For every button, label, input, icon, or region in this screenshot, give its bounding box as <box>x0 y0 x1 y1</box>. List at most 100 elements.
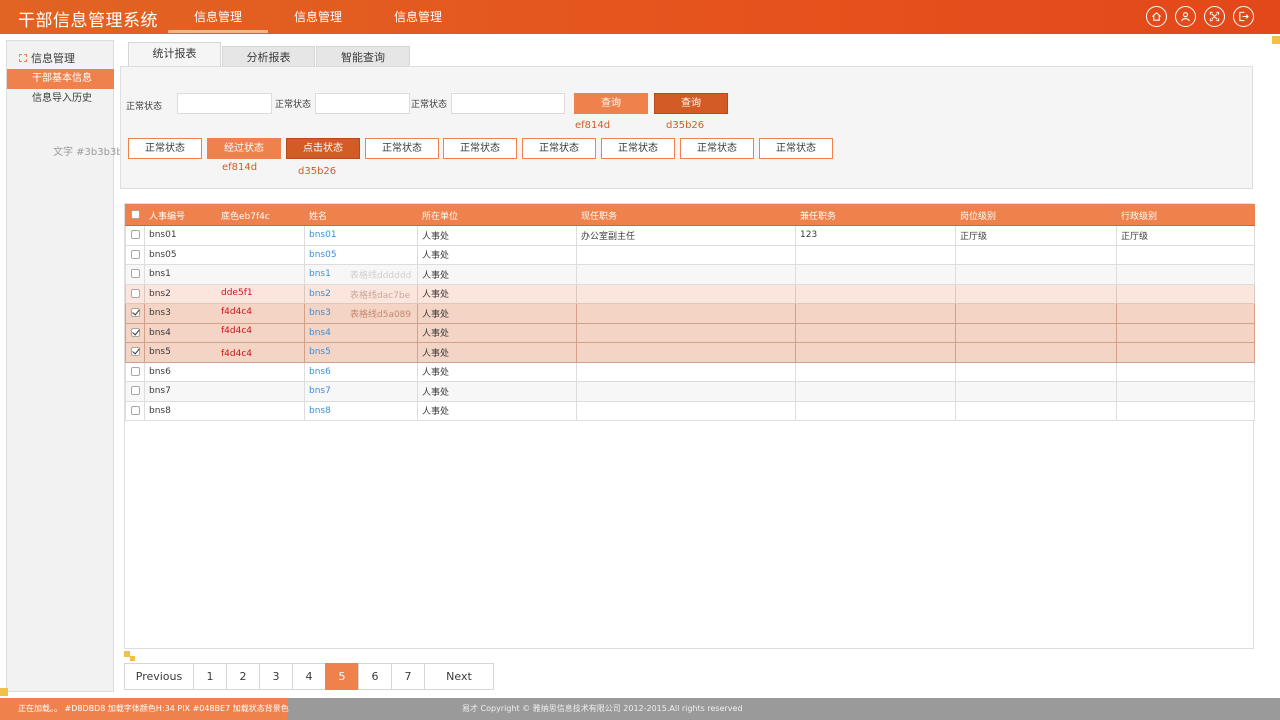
table-row[interactable]: bns4 bns4 人事处 <box>125 322 1255 343</box>
select-all-checkbox[interactable] <box>130 210 140 219</box>
table-row[interactable]: bns3 bns3 人事处 <box>125 303 1255 324</box>
cell-post <box>576 400 796 421</box>
cell-admin-level: 正厅级 <box>1116 225 1255 246</box>
query-panel: 正常状态 正常状态 正常状态 查询 查询 ef814d d35b26 正常状态 … <box>120 66 1253 189</box>
status-button-hover[interactable]: 经过状态 <box>207 138 281 159</box>
row-checkbox-cell[interactable] <box>125 283 145 304</box>
search-button[interactable]: 查询 <box>574 93 648 114</box>
row-checkbox[interactable] <box>130 308 140 318</box>
nav-item-3[interactable]: 信息管理 <box>368 0 468 34</box>
cell-name[interactable]: bns7 <box>304 381 418 402</box>
sidebar-title[interactable]: 信息管理 <box>7 49 115 67</box>
cell-post <box>576 342 796 363</box>
status-button-5[interactable]: 正常状态 <box>443 138 517 159</box>
table-row[interactable]: bns7 bns7 人事处 <box>125 381 1255 402</box>
col-name[interactable]: 姓名 <box>304 204 418 226</box>
row-checkbox[interactable] <box>130 230 140 240</box>
home-icon[interactable] <box>1146 6 1167 27</box>
table-row[interactable]: bns2 bns2 人事处 <box>125 283 1255 304</box>
status-button-9[interactable]: 正常状态 <box>759 138 833 159</box>
status-button-pressed[interactable]: 点击状态 <box>286 138 360 159</box>
filter-input-3[interactable] <box>451 93 565 114</box>
user-icon[interactable] <box>1175 6 1196 27</box>
sidebar-item-cadre-info[interactable]: 干部基本信息 <box>7 69 114 89</box>
col-part-time[interactable]: 兼任职务 <box>795 204 956 226</box>
cell-name[interactable]: bns05 <box>304 244 418 265</box>
row-checkbox-cell[interactable] <box>125 225 145 246</box>
row-checkbox[interactable] <box>130 386 140 396</box>
cell-level <box>955 400 1117 421</box>
row-checkbox-cell[interactable] <box>125 322 145 343</box>
table-row[interactable]: bns6 bns6 人事处 <box>125 361 1255 382</box>
filter-input-1[interactable] <box>177 93 272 114</box>
pager-page-7[interactable]: 7 <box>391 663 425 690</box>
table-row[interactable]: bns1 bns1 人事处 <box>125 264 1255 285</box>
corner-marker <box>130 656 135 661</box>
col-level[interactable]: 岗位级别 <box>955 204 1117 226</box>
row-checkbox-cell[interactable] <box>125 381 145 402</box>
cell-part-time: 123 <box>795 225 956 246</box>
pager-page-6[interactable]: 6 <box>358 663 392 690</box>
table-row[interactable]: bns8 bns8 人事处 <box>125 400 1255 421</box>
row-checkbox[interactable] <box>130 347 140 357</box>
cell-part-time <box>795 361 956 382</box>
cell-admin-level <box>1116 322 1255 343</box>
row-checkbox[interactable] <box>130 405 140 415</box>
pager-prev[interactable]: Previous <box>124 663 194 690</box>
row-checkbox[interactable] <box>130 288 140 298</box>
row-checkbox-cell[interactable] <box>125 342 145 363</box>
col-admin-level[interactable]: 行政级别 <box>1116 204 1255 226</box>
cell-level: 正厅级 <box>955 225 1117 246</box>
status-button-8[interactable]: 正常状态 <box>680 138 754 159</box>
tab-analysis[interactable]: 分析报表 <box>222 46 315 68</box>
cell-name[interactable]: bns01 <box>304 225 418 246</box>
pager-page-4[interactable]: 4 <box>292 663 326 690</box>
tab-smart-query[interactable]: 智能查询 <box>316 46 410 68</box>
row-checkbox-cell[interactable] <box>125 303 145 324</box>
pager-page-1[interactable]: 1 <box>193 663 227 690</box>
pager-next[interactable]: Next <box>424 663 494 690</box>
cell-post <box>576 264 796 285</box>
pager-page-2[interactable]: 2 <box>226 663 260 690</box>
select-all-cell[interactable] <box>125 204 145 226</box>
row-checkbox[interactable] <box>130 249 140 259</box>
cell-unit: 人事处 <box>417 225 577 246</box>
cell-unit: 人事处 <box>417 322 577 343</box>
table-header: 人事编号 姓名 所在单位 现任职务 兼任职务 岗位级别 行政级别 <box>125 204 1255 226</box>
status-button-4[interactable]: 正常状态 <box>365 138 439 159</box>
table-row[interactable]: bns5 bns5 人事处 <box>125 342 1255 363</box>
row-checkbox-cell[interactable] <box>125 400 145 421</box>
table-row[interactable]: bns01 bns01 人事处 办公室副主任 123 正厅级 正厅级 <box>125 225 1255 246</box>
corner-marker <box>1272 36 1280 44</box>
cell-name[interactable]: bns6 <box>304 361 418 382</box>
cell-name[interactable]: bns5 <box>304 342 418 363</box>
sidebar-item-import-history[interactable]: 信息导入历史 <box>7 89 114 109</box>
nav-item-2[interactable]: 信息管理 <box>268 0 368 34</box>
tab-statistics[interactable]: 统计报表 <box>128 42 221 68</box>
nav-item-1[interactable]: 信息管理 <box>168 0 268 34</box>
status-button-7[interactable]: 正常状态 <box>601 138 675 159</box>
pager-page-3[interactable]: 3 <box>259 663 293 690</box>
row-checkbox[interactable] <box>130 327 140 337</box>
filter-input-2[interactable] <box>315 93 410 114</box>
row-checkbox-cell[interactable] <box>125 244 145 265</box>
fullscreen-icon[interactable] <box>1204 6 1225 27</box>
cell-level <box>955 342 1117 363</box>
row-checkbox-cell[interactable] <box>125 361 145 382</box>
table-row[interactable]: bns05 bns05 人事处 <box>125 244 1255 265</box>
status-button-normal[interactable]: 正常状态 <box>128 138 202 159</box>
status-button-6[interactable]: 正常状态 <box>522 138 596 159</box>
top-nav: 信息管理 信息管理 信息管理 <box>168 0 468 34</box>
pager-page-5[interactable]: 5 <box>325 663 359 690</box>
row-checkbox-cell[interactable] <box>125 264 145 285</box>
row-note-selected-3: f4d4c4 <box>221 349 253 359</box>
row-checkbox[interactable] <box>130 366 140 376</box>
cell-name[interactable]: bns8 <box>304 400 418 421</box>
col-post[interactable]: 现任职务 <box>576 204 796 226</box>
col-unit[interactable]: 所在单位 <box>417 204 577 226</box>
row-checkbox[interactable] <box>130 269 140 279</box>
logout-icon[interactable] <box>1233 6 1254 27</box>
cell-level <box>955 283 1117 304</box>
cell-name[interactable]: bns4 <box>304 322 418 343</box>
search-button-pressed[interactable]: 查询 <box>654 93 728 114</box>
